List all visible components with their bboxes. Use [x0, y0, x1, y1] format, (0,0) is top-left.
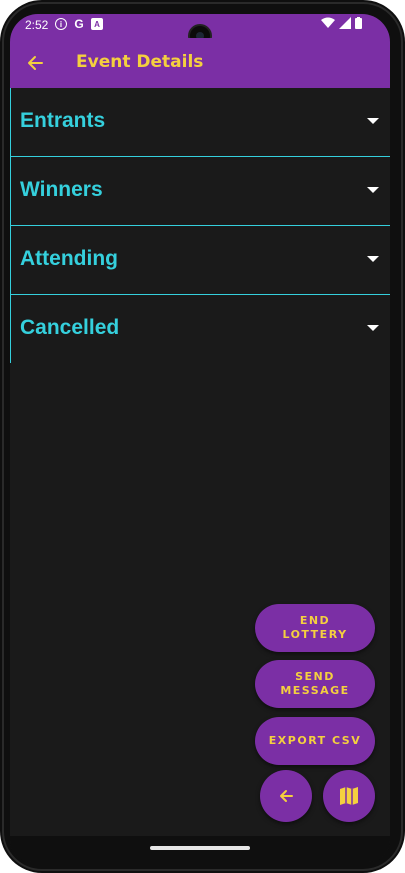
- status-icons-left: i G A: [55, 18, 103, 30]
- screen: 2:52 i G A Event Details Entrants Winner…: [10, 14, 390, 862]
- send-message-label: SEND MESSAGE: [280, 670, 350, 697]
- chevron-down-icon: [367, 325, 379, 331]
- map-fab[interactable]: [323, 770, 375, 822]
- app-bar: Event Details: [10, 38, 390, 88]
- google-icon: G: [74, 17, 84, 31]
- signal-icon: [339, 17, 351, 29]
- accessibility-icon: A: [91, 18, 103, 30]
- section-label: Attending: [20, 247, 118, 270]
- section-attending[interactable]: Attending: [11, 226, 390, 295]
- chevron-down-icon: [367, 187, 379, 193]
- chevron-down-icon: [367, 118, 379, 124]
- section-label: Entrants: [20, 109, 106, 132]
- status-time: 2:52: [25, 18, 49, 32]
- export-csv-button[interactable]: EXPORT CSV: [255, 717, 375, 765]
- send-message-button[interactable]: SEND MESSAGE: [255, 660, 375, 708]
- home-indicator[interactable]: [150, 846, 250, 850]
- battery-icon: [355, 17, 362, 29]
- section-cancelled[interactable]: Cancelled: [11, 295, 390, 363]
- map-icon: [340, 787, 358, 805]
- section-label: Cancelled: [20, 316, 120, 339]
- system-nav-bar: [10, 836, 390, 862]
- end-lottery-button[interactable]: END LOTTERY: [255, 604, 375, 652]
- section-label: Winners: [20, 178, 103, 201]
- back-fab[interactable]: [260, 770, 312, 822]
- page-title: Event Details: [76, 52, 204, 72]
- wifi-icon: [321, 17, 335, 28]
- status-icons-right: [321, 17, 362, 29]
- export-csv-label: EXPORT CSV: [268, 734, 362, 747]
- arrow-left-icon: [280, 790, 293, 802]
- phone-frame: 2:52 i G A Event Details Entrants Winner…: [0, 0, 405, 873]
- section-entrants[interactable]: Entrants: [11, 88, 390, 157]
- sections-list: Entrants Winners Attending Cancelled: [10, 88, 390, 363]
- arrow-left-icon: [28, 56, 43, 70]
- info-icon: i: [55, 18, 67, 30]
- end-lottery-label: END LOTTERY: [282, 614, 348, 641]
- section-winners[interactable]: Winners: [11, 157, 390, 226]
- chevron-down-icon: [367, 256, 379, 262]
- back-button[interactable]: [24, 52, 46, 74]
